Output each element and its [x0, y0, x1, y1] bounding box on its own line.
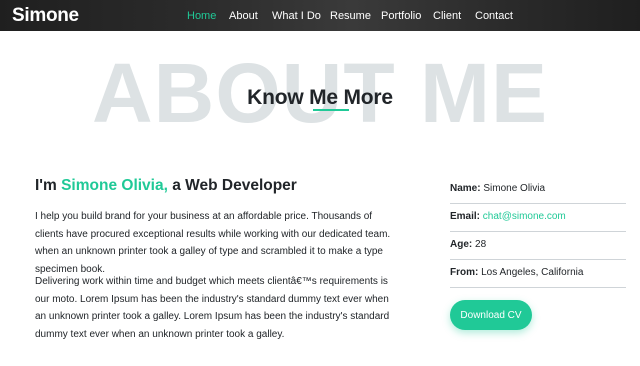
- brand-logo[interactable]: Simone: [12, 5, 79, 27]
- info-email: Email: chat@simone.com: [450, 204, 626, 232]
- info-email-label: Email:: [450, 211, 481, 222]
- info-age-value: 28: [475, 239, 487, 250]
- intro-paragraph-2: Delivering work within time and budget w…: [35, 276, 390, 340]
- section-title: Know Me More: [247, 86, 393, 109]
- top-navbar: Simone Home About What I Do Resume Portf…: [0, 0, 640, 31]
- info-from-value: Los Angeles, California: [481, 267, 584, 278]
- info-name: Name: Simone Olivia: [450, 176, 626, 204]
- info-email-link[interactable]: chat@simone.com: [483, 211, 566, 222]
- info-from: From: Los Angeles, California: [450, 260, 626, 288]
- info-name-label: Name:: [450, 183, 481, 194]
- nav-client[interactable]: Client: [433, 10, 461, 22]
- info-age-label: Age:: [450, 239, 473, 250]
- intro-paragraph-1: I help you build brand for your business…: [35, 211, 391, 275]
- section-heading: ABOUT ME Know Me More: [0, 51, 640, 145]
- download-cv-button[interactable]: Download CV: [450, 300, 532, 330]
- nav-what-i-do[interactable]: What I Do: [272, 10, 321, 22]
- info-age: Age: 28: [450, 232, 626, 260]
- info-name-value: Simone Olivia: [483, 183, 546, 194]
- nav-portfolio[interactable]: Portfolio: [381, 10, 421, 22]
- info-from-label: From:: [450, 267, 479, 278]
- nav-home[interactable]: Home: [187, 10, 216, 22]
- intro-heading: I'm Simone Olivia, a Web Developer: [35, 177, 297, 195]
- personal-info-list: Name: Simone Olivia Email: chat@simone.c…: [450, 176, 626, 288]
- title-underline: [313, 109, 349, 111]
- nav-about[interactable]: About: [229, 10, 258, 22]
- nav-contact[interactable]: Contact: [475, 10, 513, 22]
- intro-suffix: a Web Developer: [167, 177, 297, 194]
- nav-resume[interactable]: Resume: [330, 10, 371, 22]
- intro-name: Simone Olivia,: [61, 177, 168, 194]
- intro-prefix: I'm: [35, 177, 62, 194]
